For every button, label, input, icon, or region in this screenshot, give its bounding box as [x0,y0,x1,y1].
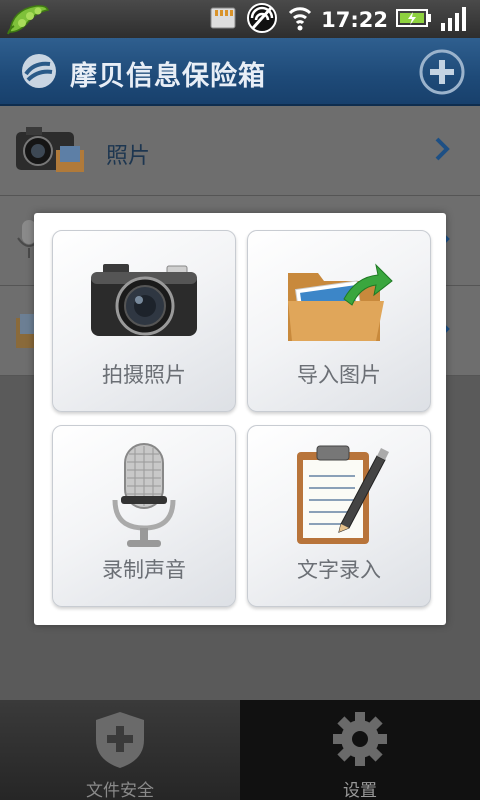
plus-circle-icon [419,49,465,95]
chevron-right-icon [434,136,450,166]
app-header: 摩贝信息保险箱 [0,38,480,106]
tab-settings[interactable]: 设置 [240,700,480,800]
microphone-icon [53,440,235,550]
usb-debug-icon [245,2,279,38]
wifi-icon [287,3,313,37]
list-item-label: 照片 [106,144,151,169]
camera-photo-icon [14,124,86,178]
list-item-photos[interactable]: 照片 [0,106,480,196]
bottom-tab-bar: 文件安全 设置 [0,700,480,800]
record-audio-label: 录制声音 [102,558,186,582]
battery-charging-icon [396,8,432,32]
tab-file-security[interactable]: 文件安全 [0,700,240,800]
app-logo-icon [20,52,58,94]
sd-card-icon [209,5,237,35]
folder-import-icon [248,245,430,355]
text-entry-button[interactable]: 文字录入 [247,425,431,607]
peapod-icon [6,2,50,42]
import-image-label: 导入图片 [297,363,381,387]
clipboard-pen-icon [248,440,430,550]
take-photo-label: 拍摄照片 [102,363,186,387]
record-audio-button[interactable]: 录制声音 [52,425,236,607]
status-time: 17:22 [321,8,388,32]
camera-icon [53,245,235,355]
gear-icon [240,710,480,768]
add-button[interactable] [418,48,466,96]
tab-label: 设置 [343,781,377,800]
import-image-button[interactable]: 导入图片 [247,230,431,412]
take-photo-button[interactable]: 拍摄照片 [52,230,236,412]
signal-icon [440,3,470,37]
status-bar: 17:22 [0,0,480,38]
add-item-dialog: 拍摄照片 导入图片 录制声音 文字录入 [34,213,446,625]
shield-plus-icon [0,710,240,770]
tab-label: 文件安全 [86,781,154,800]
app-title: 摩贝信息保险箱 [70,61,266,92]
text-entry-label: 文字录入 [297,558,381,582]
